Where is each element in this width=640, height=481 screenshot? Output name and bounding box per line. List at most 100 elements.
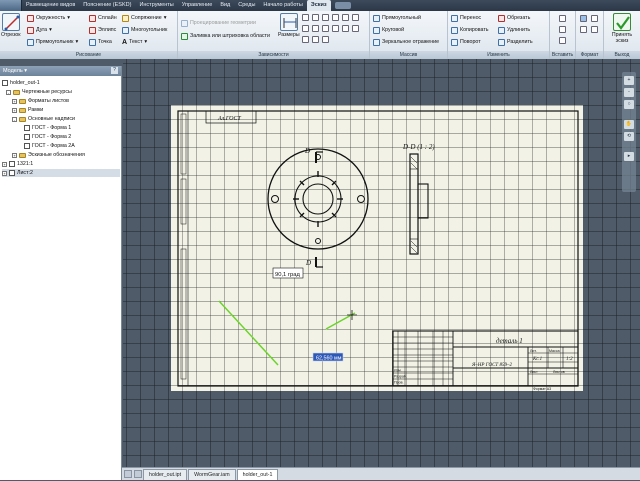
- split-button[interactable]: Разделить: [498, 38, 533, 47]
- rectangle-button[interactable]: Прямоугольник ▾: [27, 38, 78, 47]
- line-button[interactable]: Отрезок: [1, 13, 21, 38]
- tangent-icon[interactable]: [322, 25, 329, 32]
- steering-wheel-icon[interactable]: ○: [624, 100, 634, 109]
- centerline-icon[interactable]: [591, 15, 598, 22]
- insert-image-icon[interactable]: [559, 15, 566, 22]
- move-button[interactable]: Перенос: [451, 14, 481, 23]
- extend-label: Удлинить: [507, 27, 531, 33]
- point-button[interactable]: Точка: [89, 38, 112, 47]
- equal-icon[interactable]: [352, 25, 359, 32]
- fillet-button[interactable]: Сопряжение ▾: [122, 14, 166, 23]
- browser-item-gost-form-2[interactable]: ГОСТ - Форма 2: [24, 133, 71, 141]
- navbar-expand-icon[interactable]: ▸: [624, 152, 634, 161]
- fix-icon[interactable]: [332, 14, 339, 21]
- browser-title[interactable]: Модель: [3, 68, 23, 74]
- menu-bar: Размещение видов Пояснение (ESKD) Инстру…: [0, 0, 640, 11]
- driven-dimension-icon[interactable]: [580, 26, 587, 33]
- help-icon[interactable]: ?: [111, 67, 118, 74]
- application-menu-button[interactable]: [0, 0, 22, 11]
- circular-pattern-button[interactable]: Круговой: [373, 26, 404, 35]
- browser-item-sheet-2[interactable]: + Лист:2: [2, 169, 120, 177]
- drawing-icon: [2, 80, 8, 86]
- concentric-icon[interactable]: [322, 14, 329, 21]
- title-block-format: Формат A3: [533, 387, 551, 391]
- tab-sketch[interactable]: Эскиз: [306, 0, 331, 11]
- text-button[interactable]: A Текст ▾: [122, 38, 147, 47]
- browser-item-gost-form-1[interactable]: ГОСТ - Форма 1: [24, 124, 71, 132]
- show-format-icon[interactable]: [591, 26, 598, 33]
- mirror-button[interactable]: Зеркальное отражение: [373, 38, 439, 47]
- finish-sketch-button[interactable]: Принять эскиз: [607, 13, 637, 44]
- tab-tools[interactable]: Инструменты: [135, 0, 177, 11]
- ribbon-group-pattern: Прямоугольный Круговой Зеркальное отраже…: [370, 11, 448, 59]
- tab-get-started[interactable]: Начало работы: [259, 0, 306, 11]
- polygon-button[interactable]: Многоугольник: [122, 26, 167, 35]
- graphics-window[interactable]: Ал.ГОСТ D D 90,1 град D-D (1: 2) 62,560…: [123, 59, 640, 467]
- rectangle-icon: [27, 39, 34, 46]
- tab-view[interactable]: Вид: [216, 0, 234, 11]
- doc-tab-holder-out-1[interactable]: holder_out-1: [236, 469, 279, 480]
- expand-toggle-icon[interactable]: +: [2, 170, 7, 176]
- expand-toggle-icon[interactable]: +: [12, 98, 17, 104]
- extend-button[interactable]: Удлинить: [498, 26, 530, 35]
- rectangular-pattern-button[interactable]: Прямоугольный: [373, 14, 421, 23]
- tab-manage[interactable]: Управление: [178, 0, 217, 11]
- expand-toggle-icon[interactable]: +: [12, 152, 17, 158]
- smooth-icon[interactable]: [332, 25, 339, 32]
- tab-environments[interactable]: Среды: [234, 0, 259, 11]
- insert-acad-icon[interactable]: [559, 37, 566, 44]
- tabs-scroll-left-icon[interactable]: [124, 470, 132, 478]
- arc-button[interactable]: Дуга ▾: [27, 26, 52, 35]
- copy-button[interactable]: Копировать: [451, 26, 489, 35]
- project-geometry-button[interactable]: Проецирование геометрии: [181, 19, 256, 28]
- zoom-out-icon[interactable]: -: [624, 88, 634, 97]
- collapse-toggle-icon[interactable]: -: [12, 116, 17, 122]
- collinear-icon[interactable]: [312, 14, 319, 21]
- symmetric-icon[interactable]: [342, 25, 349, 32]
- ellipse-label: Эллипс: [98, 27, 117, 33]
- expand-toggle-icon[interactable]: +: [2, 161, 7, 167]
- orbit-icon[interactable]: ⟲: [624, 132, 634, 141]
- perpendicular-icon[interactable]: [352, 14, 359, 21]
- doc-tab-holder-ipt[interactable]: holder_out.ipt: [143, 469, 188, 480]
- expand-toggle-icon[interactable]: +: [12, 107, 17, 113]
- fillet-icon: [122, 15, 129, 22]
- browser-item-sheet-formats[interactable]: + Форматы листов: [12, 97, 69, 105]
- browser-item-borders[interactable]: + Рамки: [12, 106, 43, 114]
- doc-tab-wormgear[interactable]: WormGear.iam: [188, 469, 236, 480]
- dimension-button[interactable]: Размеры: [278, 13, 300, 38]
- collapse-toggle-icon[interactable]: -: [6, 89, 11, 95]
- coincident-icon[interactable]: [302, 14, 309, 21]
- browser-item-drafting-resources[interactable]: - Чертежные ресурсы: [6, 88, 72, 96]
- browser-item-gost-form-2a[interactable]: ГОСТ - Форма 2A: [24, 142, 75, 150]
- tabs-list-icon[interactable]: [134, 470, 142, 478]
- zoom-in-icon[interactable]: +: [624, 76, 634, 85]
- browser-item-drawing[interactable]: holder_out-1: [2, 79, 40, 87]
- ribbon-options-button[interactable]: [334, 2, 351, 9]
- construction-icon[interactable]: [580, 15, 587, 22]
- browser-item-sketched-symbols[interactable]: + Эскизные обозначения: [12, 151, 85, 159]
- show-constraints-icon[interactable]: [302, 36, 309, 43]
- circle-button[interactable]: Окружность ▾: [27, 14, 70, 23]
- spline-button[interactable]: Сплайн: [89, 14, 117, 23]
- tab-place-views[interactable]: Размещение видов: [22, 0, 79, 11]
- document-tabs: holder_out.ipt WormGear.iam holder_out-1: [122, 467, 640, 480]
- ellipse-button[interactable]: Эллипс: [89, 26, 116, 35]
- auto-dimension-icon[interactable]: [322, 36, 329, 43]
- rotate-button[interactable]: Поворот: [451, 38, 481, 47]
- move-icon: [451, 15, 458, 22]
- circular-pattern-icon: [373, 27, 380, 34]
- tab-annotate[interactable]: Пояснение (ESKD): [79, 0, 135, 11]
- fill-hatch-button[interactable]: Заливка или штриховка области: [181, 32, 270, 41]
- move-label: Перенос: [460, 15, 482, 21]
- vertical-icon[interactable]: [312, 25, 319, 32]
- constraint-settings-icon[interactable]: [312, 36, 319, 43]
- trim-button[interactable]: Обрезать: [498, 14, 530, 23]
- horizontal-icon[interactable]: [302, 25, 309, 32]
- pan-icon[interactable]: ✋: [624, 120, 634, 129]
- ribbon-group-modify: Перенос Копировать Поворот Обрезать Удли…: [448, 11, 550, 59]
- parallel-icon[interactable]: [342, 14, 349, 21]
- insert-points-icon[interactable]: [559, 26, 566, 33]
- browser-item-sheet-1[interactable]: +1321:1: [2, 160, 33, 168]
- browser-item-title-blocks[interactable]: - Основные надписи: [12, 115, 75, 123]
